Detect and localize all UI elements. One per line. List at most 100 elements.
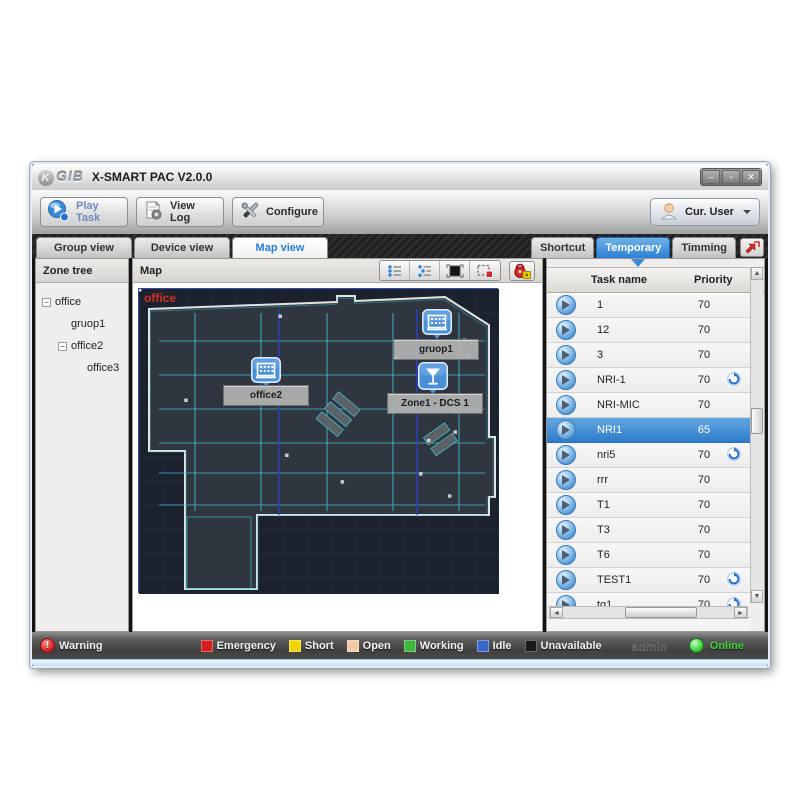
collapse-icon[interactable]: − [58, 342, 67, 351]
configure-label: Configure [266, 206, 318, 218]
play-task-icon[interactable] [556, 445, 576, 465]
collapse-icon[interactable]: − [42, 298, 51, 307]
warning-indicator[interactable]: ! Warning [40, 638, 103, 653]
tree-item-gruop1[interactable]: gruop1 [38, 313, 126, 335]
tab-map-view[interactable]: Map view [232, 237, 328, 258]
device-list-button[interactable] [410, 261, 440, 280]
deselect-button[interactable] [470, 261, 500, 280]
select-all-button[interactable] [440, 261, 470, 280]
task-row-nri1[interactable]: NRI165 [547, 418, 751, 443]
play-triangle [562, 350, 575, 360]
hscroll-thumb[interactable] [625, 607, 697, 618]
play-task-icon[interactable] [556, 295, 576, 315]
marker-label-office2[interactable]: office2 [223, 385, 309, 406]
app-window: KGIB X-SMART PAC V2.0.0 – ▫ ✕ Play Task … [30, 162, 770, 668]
tab-device-view[interactable]: Device view [134, 237, 230, 258]
map-canvas[interactable]: office gruop1office2Zone1 - DCS 1 [138, 288, 498, 593]
view-log-button[interactable]: View Log [136, 197, 224, 227]
play-task-icon[interactable] [556, 470, 576, 490]
device-list-icon [416, 264, 434, 278]
play-task-icon[interactable] [556, 420, 576, 440]
play-triangle [562, 525, 575, 535]
legend-swatch-unavailable [525, 640, 537, 652]
close-button[interactable]: ✕ [742, 170, 760, 184]
legend-swatch-working [404, 640, 416, 652]
tree-item-office3[interactable]: office3 [38, 357, 126, 379]
task-row-rrr[interactable]: rrr70 [547, 468, 751, 493]
marker-label-zone1-dcs-1[interactable]: Zone1 - DCS 1 [387, 393, 483, 414]
tab-shortcut[interactable]: Shortcut [531, 237, 594, 258]
logged-in-user: admin [632, 639, 667, 653]
task-row-3[interactable]: 370 [547, 343, 751, 368]
tab-timming[interactable]: Timming [672, 237, 736, 258]
legend-label: Working [420, 640, 464, 652]
online-indicator: Online [689, 638, 744, 653]
column-priority[interactable]: Priority [694, 274, 740, 286]
play-task-icon[interactable] [556, 520, 576, 540]
tab-group-view[interactable]: Group view [36, 237, 132, 258]
minimize-button[interactable]: – [702, 170, 720, 184]
play-task-icon[interactable] [556, 495, 576, 515]
play-task-icon[interactable] [556, 370, 576, 390]
zone-tree-panel: Zone tree −officegruop1−office2office3 [35, 258, 129, 632]
window-bottom-edge [32, 659, 768, 666]
task-row-test1[interactable]: TEST170 [547, 568, 751, 593]
play-sphere-icon [47, 199, 71, 226]
play-triangle [562, 550, 575, 560]
group-list-button[interactable] [380, 261, 410, 280]
current-user-button[interactable]: Cur. User [650, 198, 760, 226]
task-row-12[interactable]: 1270 [547, 318, 751, 343]
window-controls: – ▫ ✕ [700, 168, 762, 186]
deselect-icon [476, 264, 494, 278]
play-task-icon[interactable] [556, 395, 576, 415]
chevron-down-icon [743, 210, 751, 218]
configure-button[interactable]: Configure [232, 197, 324, 227]
legend-label: Short [305, 640, 334, 652]
scroll-left-icon[interactable]: ◄ [550, 607, 563, 618]
tab-strip: Group viewDevice viewMap view ShortcutTe… [32, 234, 768, 258]
task-priority: 70 [681, 474, 727, 486]
vscroll-thumb[interactable] [751, 408, 763, 434]
task-row-nri-1[interactable]: NRI-170 [547, 368, 751, 393]
legend-label: Emergency [217, 640, 276, 652]
scroll-up-icon[interactable]: ▲ [751, 267, 763, 280]
play-task-icon[interactable] [556, 320, 576, 340]
status-legend: EmergencyShortOpenWorkingIdleUnavailable [201, 640, 602, 652]
tree-item-label: office2 [71, 340, 103, 352]
alarm-lock-button[interactable] [509, 261, 535, 281]
online-label: Online [710, 640, 744, 652]
task-row-t6[interactable]: T670 [547, 543, 751, 568]
play-task-button[interactable]: Play Task [40, 197, 128, 227]
select-all-icon [446, 264, 464, 278]
legend-swatch-emergency [201, 640, 213, 652]
play-task-icon[interactable] [556, 345, 576, 365]
play-task-icon[interactable] [556, 545, 576, 565]
task-row-nri5[interactable]: nri570 [547, 443, 751, 468]
task-name: T1 [591, 499, 681, 511]
play-task-icon[interactable] [556, 570, 576, 590]
tree-item-label: gruop1 [71, 318, 105, 330]
task-tab-group: ShortcutTemporaryTimming [529, 237, 736, 258]
tab-temporary[interactable]: Temporary [596, 237, 670, 258]
logo-k-icon: K [38, 170, 54, 186]
group-list-icon [386, 264, 404, 278]
task-row-nri-mic[interactable]: NRI-MIC70 [547, 393, 751, 418]
vertical-scrollbar[interactable]: ▲ ▼ [750, 267, 763, 603]
task-name: T6 [591, 549, 681, 561]
tree-item-label: office3 [87, 362, 119, 374]
task-row-1[interactable]: 170 [547, 293, 751, 318]
pin-tasks-button[interactable] [740, 238, 764, 257]
map-header-label: Map [140, 265, 162, 277]
horizontal-scrollbar[interactable]: ◄ ► [549, 606, 748, 619]
tree-item-office2[interactable]: −office2 [38, 335, 126, 357]
map-viewport[interactable]: office gruop1office2Zone1 - DCS 1 [133, 283, 542, 631]
task-row-t3[interactable]: T370 [547, 518, 751, 543]
column-task-name[interactable]: Task name [591, 274, 694, 286]
tree-item-office[interactable]: −office [38, 291, 126, 313]
task-row-t1[interactable]: T170 [547, 493, 751, 518]
task-name: 12 [591, 324, 681, 336]
scroll-right-icon[interactable]: ► [734, 607, 747, 618]
maximize-button[interactable]: ▫ [722, 170, 740, 184]
marker-label-gruop1[interactable]: gruop1 [393, 339, 479, 360]
scroll-down-icon[interactable]: ▼ [751, 590, 763, 603]
